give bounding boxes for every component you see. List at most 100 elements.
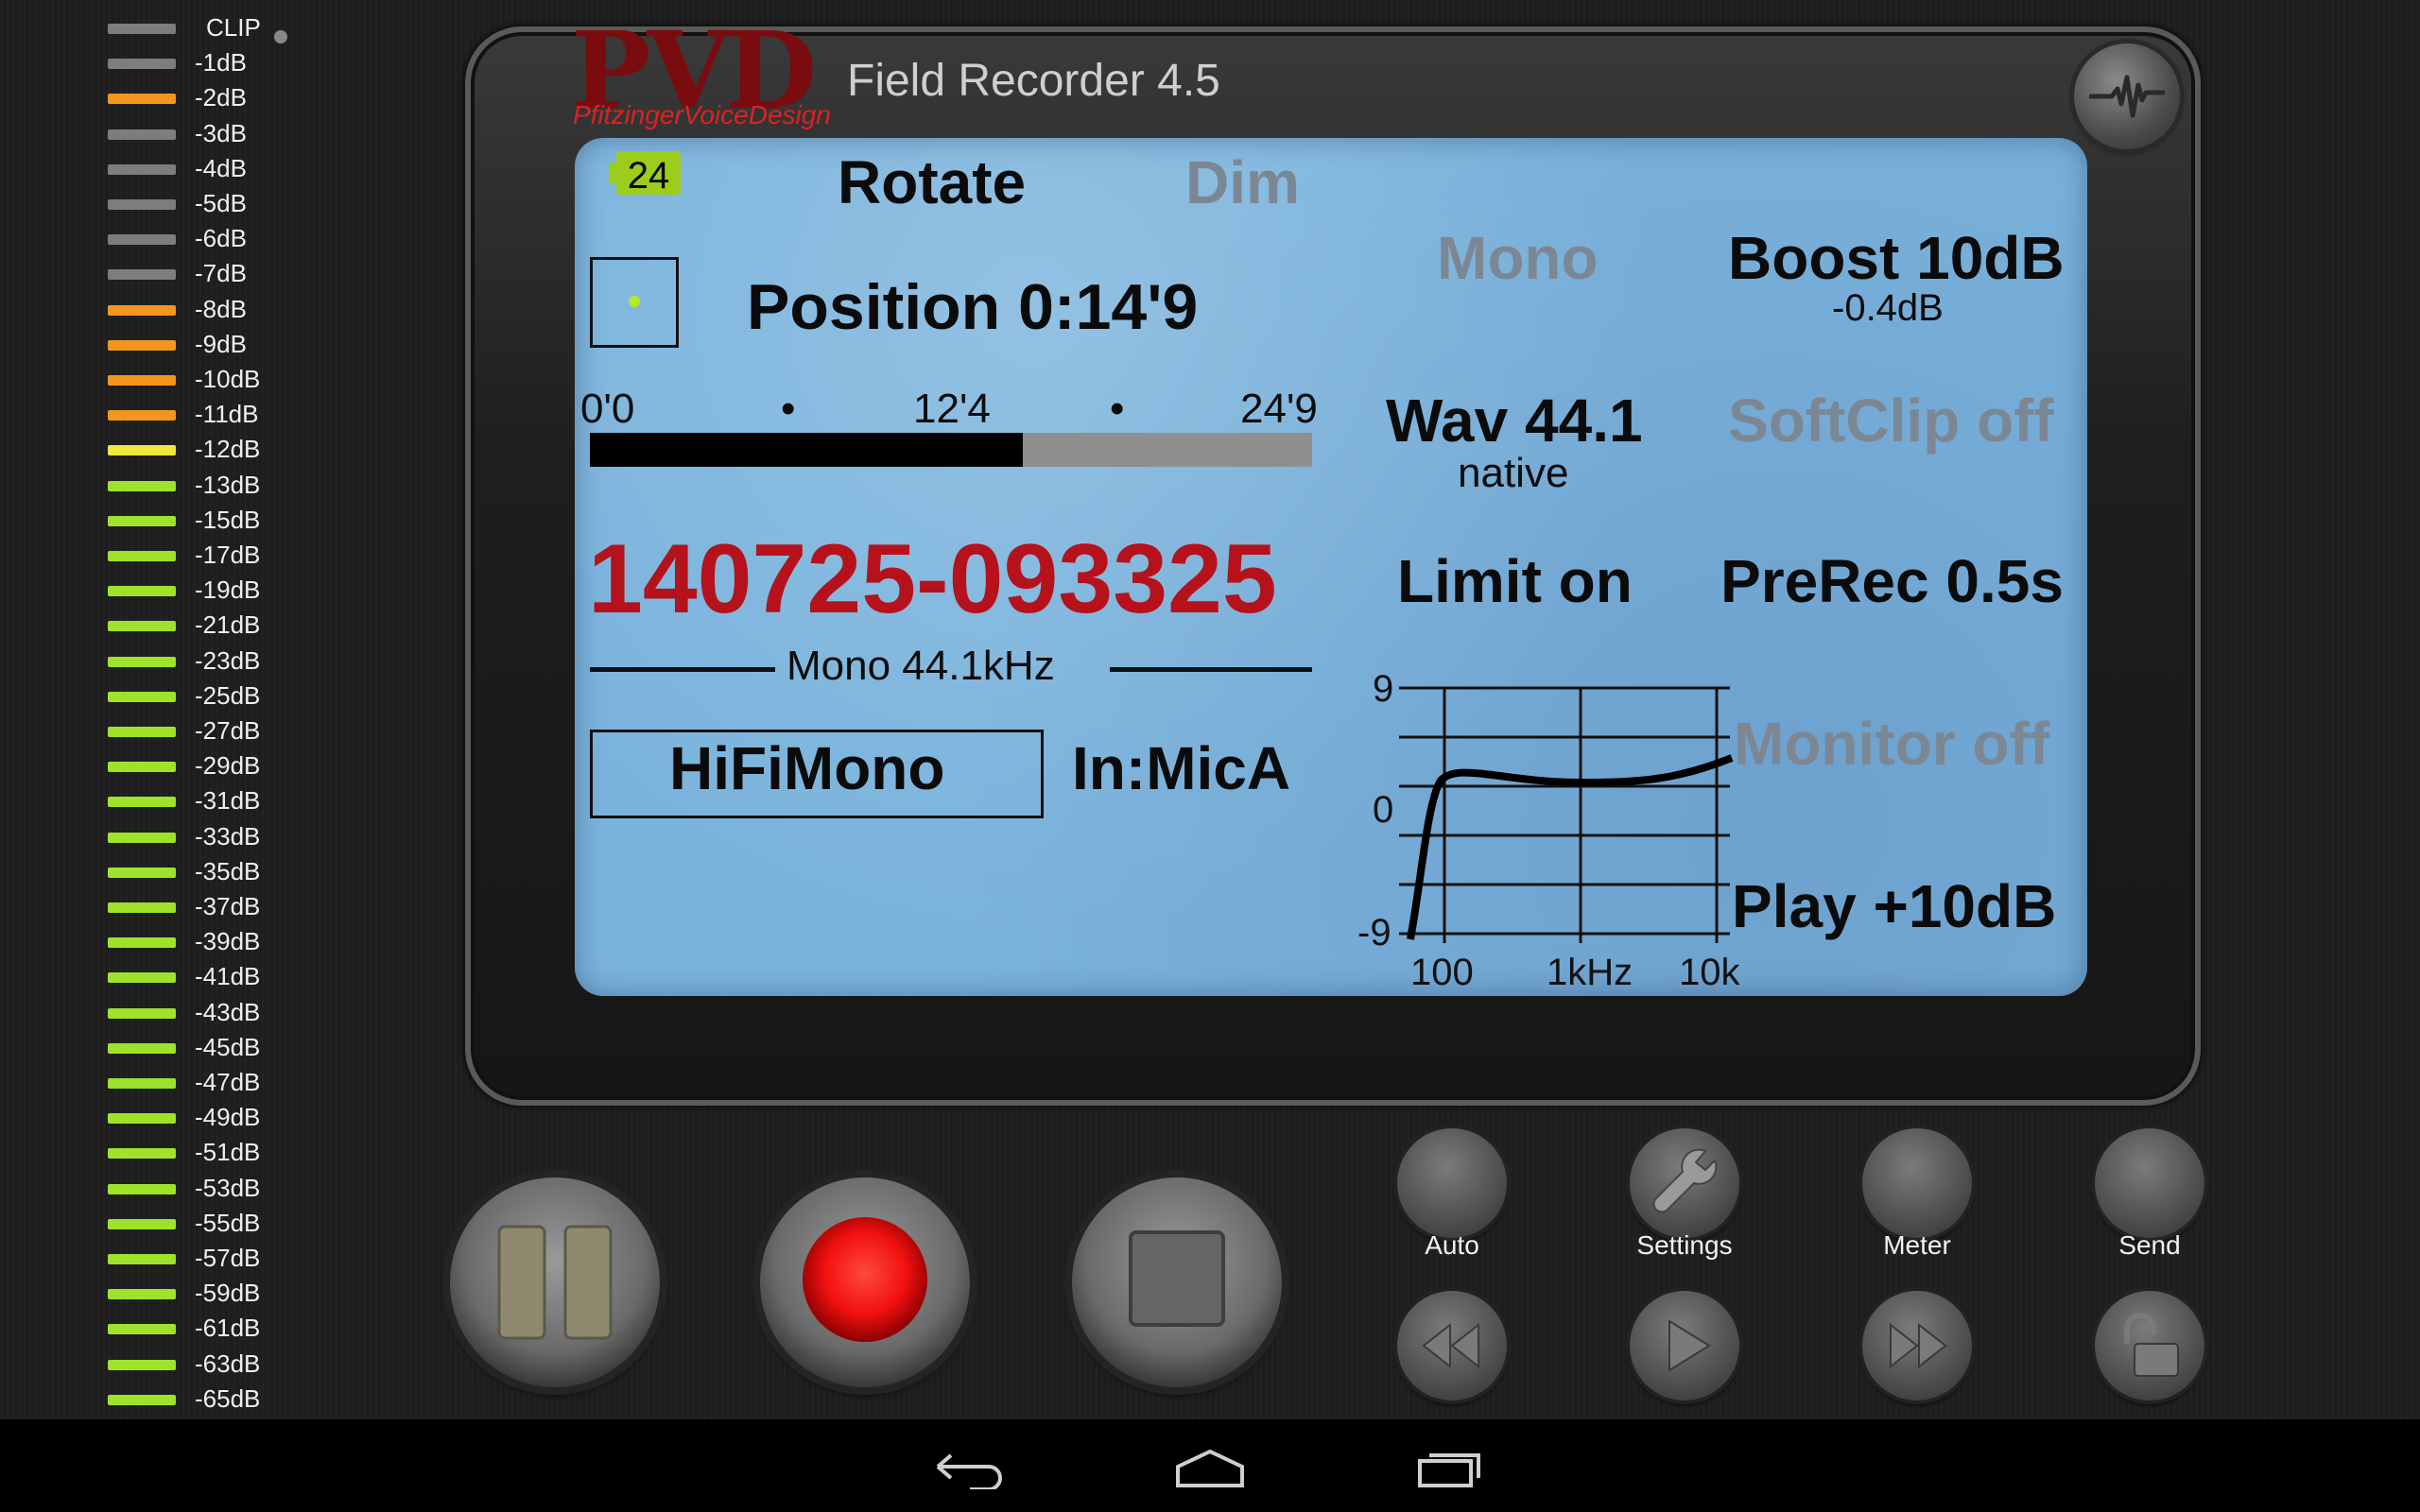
meter-row: -10dB bbox=[0, 363, 321, 398]
prerec-button[interactable]: PreRec 0.5s bbox=[1720, 546, 2064, 616]
meter-row: -8dB bbox=[0, 293, 321, 328]
fast-forward-button[interactable] bbox=[1862, 1291, 1972, 1400]
meter-segment bbox=[108, 1359, 176, 1370]
meter-label: CLIP bbox=[206, 13, 261, 42]
meter-segment bbox=[108, 163, 176, 175]
meter-segment bbox=[108, 59, 176, 70]
pvd-logo: PVD PfitzingerVoiceDesign bbox=[571, 19, 836, 132]
stop-button[interactable] bbox=[1072, 1177, 1282, 1387]
meter-row: -15dB bbox=[0, 504, 321, 539]
meter-segment bbox=[108, 515, 176, 526]
meter-label: -59dB bbox=[195, 1279, 261, 1308]
meter-label: -29dB bbox=[195, 751, 261, 781]
meter-row: -31dB bbox=[0, 784, 321, 819]
eq-x-1k: 1kHz bbox=[1547, 952, 1633, 993]
stop-icon bbox=[1129, 1230, 1225, 1327]
meter-row: -11dB bbox=[0, 398, 321, 433]
meter-row: -39dB bbox=[0, 925, 321, 960]
meter-segment bbox=[108, 1254, 176, 1264]
meter-segment bbox=[108, 656, 176, 667]
meter-row: -21dB bbox=[0, 609, 321, 644]
format-button[interactable]: Wav 44.1 bbox=[1386, 386, 1643, 455]
eq-graph[interactable]: 9 0 -9 100 1kHz 10k bbox=[1316, 660, 1751, 996]
meter-segment bbox=[108, 1394, 176, 1405]
meter-segment bbox=[108, 691, 176, 702]
pause-button[interactable] bbox=[450, 1177, 660, 1387]
play-button[interactable] bbox=[1630, 1291, 1739, 1400]
meter-segment bbox=[108, 1007, 176, 1019]
position-progress bbox=[590, 433, 1024, 467]
position-label: Position 0:14'9 bbox=[747, 271, 1199, 343]
meter-row: -45dB bbox=[0, 1031, 321, 1066]
record-button[interactable] bbox=[760, 1177, 970, 1387]
meter-segment bbox=[108, 375, 176, 386]
softclip-toggle[interactable]: SoftClip off bbox=[1728, 386, 2054, 455]
recents-icon[interactable] bbox=[1412, 1448, 1488, 1489]
dim-button[interactable]: Dim bbox=[1185, 147, 1300, 217]
back-icon[interactable] bbox=[932, 1448, 1008, 1489]
meter-segment bbox=[108, 1113, 176, 1125]
meter-label: -7dB bbox=[195, 259, 247, 288]
mono-toggle[interactable]: Mono bbox=[1437, 223, 1599, 293]
timeline-end: 24'9 bbox=[1240, 386, 1318, 432]
meter-segment bbox=[108, 410, 176, 421]
meter-row: -17dB bbox=[0, 539, 321, 574]
meter-row: -49dB bbox=[0, 1101, 321, 1136]
logo-subtitle: PfitzingerVoiceDesign bbox=[573, 100, 831, 129]
meter-segment bbox=[108, 480, 176, 491]
filename[interactable]: 140725-093325 bbox=[588, 524, 1277, 636]
auto-button[interactable] bbox=[1397, 1128, 1507, 1238]
rotate-button[interactable]: Rotate bbox=[838, 147, 1026, 217]
auto-label: Auto bbox=[1425, 1230, 1479, 1260]
meter-segment bbox=[108, 304, 176, 316]
lock-button[interactable] bbox=[2095, 1291, 2204, 1400]
meter-label: -17dB bbox=[195, 541, 261, 569]
meter-label: -55dB bbox=[195, 1208, 261, 1237]
meter-row: -19dB bbox=[0, 574, 321, 609]
eq-x-10k: 10k bbox=[1679, 952, 1740, 993]
meter-label: -47dB bbox=[195, 1068, 261, 1096]
boost-toggle[interactable]: Boost 10dB bbox=[1728, 223, 2065, 293]
timeline-dot-1: • bbox=[781, 386, 796, 432]
meter-segment bbox=[108, 867, 176, 878]
meter-label: -31dB bbox=[195, 786, 261, 816]
app-title: Field Recorder 4.5 bbox=[847, 56, 1220, 106]
meter-row: -23dB bbox=[0, 644, 321, 679]
meter-row: -3dB bbox=[0, 117, 321, 152]
settings-label: Settings bbox=[1636, 1230, 1733, 1260]
meter-label: -57dB bbox=[195, 1244, 261, 1272]
meter-row: -27dB bbox=[0, 714, 321, 749]
eq-x-100: 100 bbox=[1410, 952, 1474, 993]
meter-label: -2dB bbox=[195, 83, 247, 112]
meter-segment bbox=[108, 269, 176, 281]
settings-button[interactable] bbox=[1630, 1128, 1739, 1238]
send-button[interactable] bbox=[2095, 1128, 2204, 1238]
meter-segment bbox=[108, 797, 176, 808]
meter-label: Meter bbox=[1883, 1230, 1951, 1260]
monitor-toggle[interactable]: Monitor off bbox=[1734, 709, 2049, 779]
meter-label: -1dB bbox=[195, 48, 247, 77]
meter-segment bbox=[108, 1183, 176, 1194]
home-icon[interactable] bbox=[1172, 1448, 1248, 1489]
meter-segment bbox=[108, 937, 176, 949]
meter-row: -47dB bbox=[0, 1066, 321, 1101]
meter-segment bbox=[108, 586, 176, 597]
position-slider[interactable] bbox=[590, 433, 1312, 467]
format-caption: Mono 44.1kHz bbox=[786, 643, 1055, 689]
meter-label: -6dB bbox=[195, 224, 247, 253]
limit-toggle[interactable]: Limit on bbox=[1397, 546, 1633, 616]
meter-segment bbox=[108, 1042, 176, 1054]
meter-button[interactable] bbox=[1862, 1128, 1972, 1238]
meter-label: -43dB bbox=[195, 997, 261, 1026]
meter-segment bbox=[108, 1148, 176, 1160]
input-selector[interactable]: In:MicA bbox=[1072, 733, 1290, 803]
meter-row: -25dB bbox=[0, 679, 321, 714]
meter-label: -4dB bbox=[195, 153, 247, 182]
level-meter: CLIP -1dB -2dB -3dB -4dB -5dB -6dB -7dB -8dB -9dB… bbox=[0, 0, 321, 1418]
waveform-button[interactable] bbox=[2074, 43, 2180, 149]
meter-label: -41dB bbox=[195, 962, 261, 991]
meter-label: -53dB bbox=[195, 1173, 261, 1202]
meter-segment bbox=[108, 1324, 176, 1335]
rewind-button[interactable] bbox=[1397, 1291, 1507, 1400]
play-gain-button[interactable]: Play +10dB bbox=[1732, 871, 2056, 941]
